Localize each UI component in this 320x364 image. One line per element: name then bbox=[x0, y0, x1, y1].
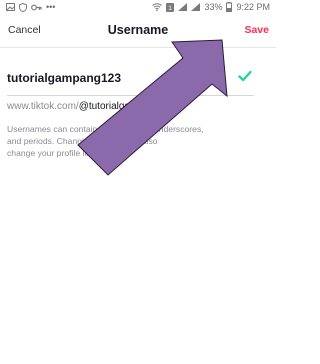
profile-url: www.tiktok.com/@tutorialgam bbox=[7, 101, 138, 112]
signal-icon bbox=[178, 3, 188, 11]
help-line-3: change your profile link. bbox=[7, 148, 98, 158]
key-icon bbox=[31, 4, 42, 10]
sim-icon: 1 bbox=[166, 2, 175, 12]
username-help-text: Usernames can contain o bers, underscores… bbox=[7, 123, 257, 159]
username-input[interactable]: tutorialgampang123 bbox=[7, 62, 254, 96]
check-icon bbox=[238, 70, 252, 82]
status-left-icons: ••• bbox=[6, 2, 55, 12]
annotation-arrow bbox=[77, 39, 228, 176]
top-nav-bar: Cancel Username Save bbox=[0, 14, 276, 48]
help-line-1-start: Usernames can contain o bbox=[7, 124, 105, 134]
help-line-2: and periods. Changing will also bbox=[7, 135, 257, 147]
profile-url-handle: @tutorialgam bbox=[78, 101, 139, 112]
signal-icon-2 bbox=[191, 3, 201, 11]
more-dots-icon: ••• bbox=[46, 2, 56, 12]
profile-url-prefix: www.tiktok.com/ bbox=[7, 101, 79, 112]
photo-icon bbox=[6, 3, 15, 11]
help-line-2-start: and periods. Changing bbox=[7, 136, 94, 146]
battery-icon bbox=[226, 2, 233, 12]
username-value[interactable]: tutorialgampang123 bbox=[7, 71, 121, 85]
wifi-icon bbox=[152, 3, 163, 11]
save-button[interactable]: Save bbox=[244, 24, 269, 36]
svg-text:1: 1 bbox=[169, 5, 173, 12]
help-line-1: Usernames can contain o bers, underscores… bbox=[7, 123, 257, 135]
clock: 9:22 PM bbox=[236, 2, 270, 12]
status-bar: ••• 1 33% 9:22 PM bbox=[0, 0, 276, 14]
battery-percent: 33% bbox=[204, 2, 223, 12]
help-line-2-end: will also bbox=[127, 136, 158, 146]
shield-icon bbox=[19, 2, 27, 12]
status-right-icons: 1 33% 9:22 PM bbox=[152, 2, 270, 12]
help-line-1-end: bers, underscores, bbox=[132, 124, 204, 134]
page-title: Username bbox=[107, 23, 169, 37]
